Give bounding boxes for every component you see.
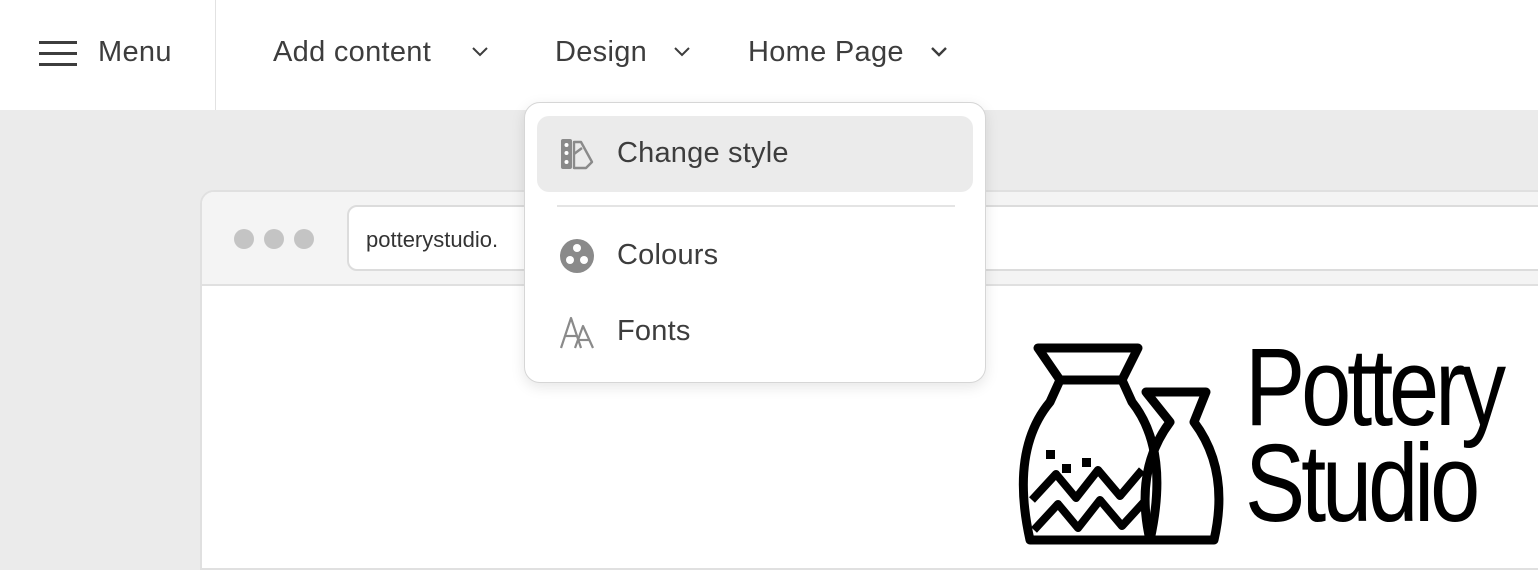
menu-label: Menu [98,36,172,68]
url-text: potterystudio. [366,227,499,252]
chevron-down-icon [674,47,690,57]
add-content-label: Add content [273,36,432,68]
site-logo-text: Pottery Studio [1245,333,1506,545]
fonts-icon [559,316,595,349]
logo-text-line2: Studio [1245,422,1480,545]
window-dot [234,229,254,249]
palette-icon [560,239,594,273]
swatch-icon [561,139,594,170]
chevron-down-icon [931,47,947,57]
design-dropdown-menu: Change style Colours Fonts [524,102,986,383]
window-dot [264,229,284,249]
home-page-menu[interactable]: Home Page [748,36,947,72]
add-content-menu[interactable]: Add content [273,36,488,72]
menu-divider [557,205,955,207]
hamburger-icon [39,41,77,66]
fonts-menu-item[interactable]: Fonts [537,294,973,370]
menu-button[interactable]: Menu [0,0,216,110]
home-page-label: Home Page [748,36,904,68]
colours-menu-item[interactable]: Colours [537,218,973,294]
design-menu[interactable]: Design [555,36,690,72]
top-toolbar: Menu Add content Design Home Page [0,0,1538,110]
change-style-label: Change style [617,137,789,169]
pottery-vases-logo-icon [1018,343,1224,545]
fonts-label: Fonts [617,315,691,347]
chevron-down-icon [472,47,488,57]
colours-label: Colours [617,239,719,271]
design-label: Design [555,36,648,68]
change-style-menu-item[interactable]: Change style [537,116,973,192]
window-dot [294,229,314,249]
